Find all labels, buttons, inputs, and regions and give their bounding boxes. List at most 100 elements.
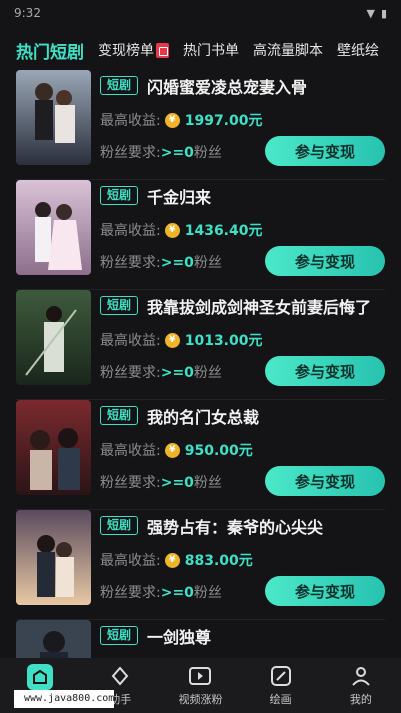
status-time: 9:32 [14,6,41,20]
nav-label: 视频涨粉 [178,693,223,706]
video-icon [188,664,212,688]
fans-label: 粉丝要求: [100,255,161,271]
drama-poster[interactable] [16,70,91,165]
coin-icon: ¥ [164,442,180,458]
drama-title[interactable]: 强势占有：秦爷的心尖尖 [147,514,323,538]
earnings-value: 1997.00元 [184,113,263,129]
earnings-value: 1436.40元 [184,223,263,239]
fans-label: 粉丝要求: [100,145,161,161]
status-bar: 9:32 ▼ ▮ [0,0,401,26]
earnings-row: 最高收益: ¥ 1013.00元 [100,330,262,350]
drama-title[interactable]: 我的名门女总裁 [147,404,259,428]
nav-profile[interactable]: 我的 [325,664,397,707]
coin-icon: ¥ [164,552,180,568]
tab-label: 热门书单 [183,43,239,59]
list-item[interactable]: 短剧 闪婚蜜爱凌总宠妻入骨 最高收益: ¥ 1997.00元 粉丝要求:>=0粉… [0,70,401,180]
fans-label: 粉丝要求: [100,585,161,601]
drama-poster[interactable] [16,400,91,495]
drama-title[interactable]: 一剑独尊 [147,624,211,648]
poster-image [16,180,91,275]
list-item[interactable]: 短剧 强势占有：秦爷的心尖尖 最高收益: ¥ 883.00元 粉丝要求:>=0粉… [0,510,401,620]
fans-value: >=0 [160,145,194,161]
home-icon [27,664,54,690]
drama-title[interactable]: 闪婚蜜爱凌总宠妻入骨 [147,74,307,98]
poster-image [16,70,91,165]
drama-poster[interactable] [16,620,91,658]
status-icons: ▼ ▮ [366,7,387,20]
coin-icon: ¥ [164,332,180,348]
assistant-icon [108,664,132,688]
fans-label: 粉丝要求: [100,365,161,381]
tab-label: 高流量脚本 [253,43,323,59]
fans-requirement: 粉丝要求:>=0粉丝 [100,472,222,492]
tab-high-traffic-scripts[interactable]: 高流量脚本 [253,40,323,60]
earnings-label: 最高收益: [100,443,161,459]
drama-title[interactable]: 我靠拔剑成剑神圣女前妻后悔了 [147,294,371,318]
join-monetize-button[interactable]: 参与变现 [265,136,385,166]
join-monetize-button[interactable]: 参与变现 [265,246,385,276]
fans-unit: 粉丝 [193,585,222,601]
join-monetize-button[interactable]: 参与变现 [265,466,385,496]
fans-unit: 粉丝 [193,475,222,491]
tab-wallpaper[interactable]: 壁纸绘 [337,40,379,60]
earnings-label: 最高收益: [100,223,161,239]
fans-requirement: 粉丝要求:>=0粉丝 [100,362,222,382]
fans-unit: 粉丝 [193,145,222,161]
drama-poster[interactable] [16,180,91,275]
earnings-row: 最高收益: ¥ 950.00元 [100,440,253,460]
poster-image [16,510,91,605]
tab-monetize-ranking[interactable]: 变现榜单 [98,40,169,60]
profile-icon [349,664,373,688]
join-monetize-button[interactable]: 参与变现 [265,576,385,606]
fans-value: >=0 [160,365,194,381]
hot-icon [156,42,169,58]
earnings-row: 最高收益: ¥ 883.00元 [100,550,253,570]
fans-value: >=0 [160,475,194,491]
nav-paint[interactable]: 绘画 [245,664,317,707]
nav-video-fans[interactable]: 视频涨粉 [164,664,236,707]
tab-label: 热门短剧 [16,42,84,63]
poster-image [16,400,91,495]
category-tabs: 热门短剧 变现榜单 热门书单 高流量脚本 壁纸绘 [0,34,401,66]
drama-tag: 短剧 [100,626,139,645]
site-watermark: www.java800.com [14,690,114,708]
tab-label: 变现榜单 [98,43,154,59]
earnings-label: 最高收益: [100,553,161,569]
earnings-value: 950.00元 [184,443,253,459]
tab-hot-books[interactable]: 热门书单 [183,40,239,60]
nav-home[interactable] [4,664,76,693]
fans-label: 粉丝要求: [100,475,161,491]
nav-label: 我的 [349,693,372,706]
drama-tag: 短剧 [100,76,139,95]
list-item[interactable]: 短剧 我靠拔剑成剑神圣女前妻后悔了 最高收益: ¥ 1013.00元 粉丝要求:… [0,290,401,400]
tab-hot-dramas[interactable]: 热门短剧 [16,38,84,63]
earnings-label: 最高收益: [100,333,161,349]
poster-image [16,620,91,658]
fans-requirement: 粉丝要求:>=0粉丝 [100,142,222,162]
fans-requirement: 粉丝要求:>=0粉丝 [100,582,222,602]
drama-poster[interactable] [16,510,91,605]
fans-unit: 粉丝 [193,365,222,381]
drama-tag: 短剧 [100,186,139,205]
battery-icon: ▮ [380,6,387,20]
list-item[interactable]: 短剧 我的名门女总裁 最高收益: ¥ 950.00元 粉丝要求:>=0粉丝 参与… [0,400,401,510]
drama-tag: 短剧 [100,406,139,425]
paint-icon [269,664,293,688]
fans-requirement: 粉丝要求:>=0粉丝 [100,252,222,272]
fans-value: >=0 [160,255,194,271]
list-item[interactable]: 短剧 千金归来 最高收益: ¥ 1436.40元 粉丝要求:>=0粉丝 参与变现 [0,180,401,290]
wifi-icon: ▼ [366,6,375,20]
join-monetize-button[interactable]: 参与变现 [265,356,385,386]
earnings-value: 1013.00元 [184,333,263,349]
coin-icon: ¥ [164,112,180,128]
drama-list[interactable]: 短剧 闪婚蜜爱凌总宠妻入骨 最高收益: ¥ 1997.00元 粉丝要求:>=0粉… [0,66,401,658]
coin-icon: ¥ [164,222,180,238]
fans-unit: 粉丝 [193,255,222,271]
poster-image [16,290,91,385]
drama-title[interactable]: 千金归来 [147,184,211,208]
earnings-value: 883.00元 [184,553,253,569]
drama-poster[interactable] [16,290,91,385]
list-item[interactable]: 短剧 一剑独尊 [0,620,401,658]
drama-tag: 短剧 [100,516,139,535]
drama-tag: 短剧 [100,296,139,315]
